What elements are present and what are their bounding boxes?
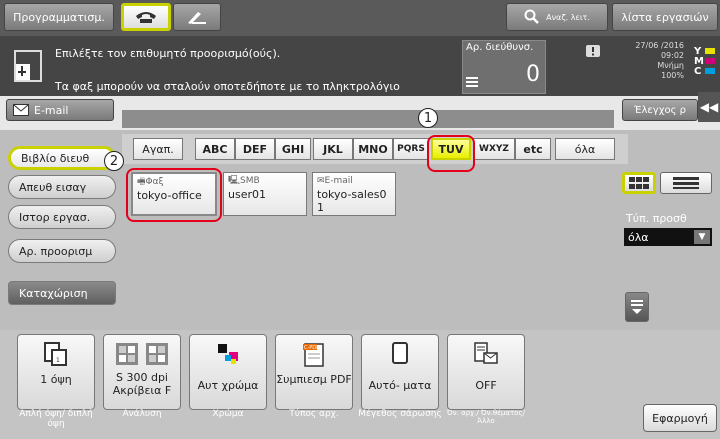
toner-cyan-label: C [694,66,702,77]
mail-icon [13,104,29,116]
tab-mno[interactable]: MNO [353,138,393,160]
phone-icon [136,12,156,23]
tab-def[interactable]: DEF [235,138,275,160]
type-filter-select[interactable]: όλα ▼ [624,228,712,246]
filename-setting-button[interactable]: OFF [447,334,525,410]
tab-wxyz[interactable]: WXYZ [473,138,515,160]
destination-card-smb[interactable]: 🖳SMB user01 [223,172,307,216]
toner-yellow-bar [705,48,715,54]
scan-size-label: Μέγεθος σάρωσης [358,409,442,419]
destination-entry-field[interactable] [122,110,614,128]
instruction-line-1: Επιλέξτε τον επιθυμητό προορισμό(ούς). [55,47,281,60]
resolution-value: S 300 dpi Ακρίβεια F [112,371,172,397]
status-memory-value: 100% [661,71,684,80]
callout-2: 2 [104,151,124,171]
keypad-input-icon [14,50,42,82]
document-mail-icon [474,342,498,364]
type-filter-label: Τύπ. προσθ [626,212,687,225]
color-icon [218,344,238,364]
check-job-button[interactable]: Έλεγχος ρ [622,99,698,121]
duplex-setting-button[interactable]: 1 1 όψη [17,334,95,410]
menu-destination-number[interactable]: Αρ. προορισμ [8,239,116,263]
scroll-down-button[interactable] [625,292,649,322]
file-type-setting-button[interactable]: C-PDF Συμπιεσμ PDF [275,334,353,410]
list-icon [673,177,699,189]
menu-direct-input[interactable]: Απευθ εισαγ [8,175,116,199]
highlight-destination [126,168,222,222]
program-button[interactable]: Προγραμματισμ. [4,3,114,31]
tab-favorites[interactable]: Αγαπ. [133,138,183,160]
toner-labels: Y M C [694,47,704,77]
scan-size-value: Αυτό- ματα [368,379,432,392]
collapse-panel-button[interactable]: ◀◀ [698,92,720,122]
color-value: Αυτ χρώμα [197,379,259,392]
resolution-setting-button[interactable]: S 300 dpi Ακρίβεια F [103,334,181,410]
chevron-down-icon: ▼ [694,230,710,244]
color-label: Χρώμα [212,409,244,419]
status-time: 09:02 [660,51,684,60]
type-filter-value: όλα [628,230,649,244]
instruction-line-2: Τα φαξ μπορούν να σταλούν οποτεδήποτε με… [55,80,400,93]
function-search-label: Αναζ. λειτ. [546,12,590,22]
filename-label: Όν. αρχ./ Όν.θέματος/ Άλλο [447,409,525,425]
callout-1: 1 [418,108,438,128]
scroll-down-icon [631,300,643,314]
search-icon [524,9,539,24]
duplex-value: 1 όψη [40,373,72,386]
destination-name: tokyo-sales0 1 [317,188,387,214]
single-sided-icon: 1 [44,342,67,366]
register-button[interactable]: Καταχώριση [8,281,116,305]
address-count-label: Αρ. διεύθυνσ. [466,42,534,53]
tab-all[interactable]: όλα [555,138,615,160]
status-memory-label: Μνήμη [657,61,684,70]
duplex-label: Απλή όψη/ διπλή όψη [19,409,93,429]
status-date: 27/06 /2016 [635,41,684,50]
destination-type: E-mail [324,176,353,186]
address-count-value: 0 [526,62,540,87]
svg-text:C-PDF: C-PDF [304,345,319,351]
email-input-button[interactable]: E-mail [6,99,114,121]
page-size-icon [392,342,408,364]
filename-value: OFF [475,379,497,392]
apply-button[interactable]: Εφαρμογή [643,404,717,432]
list-view-button[interactable] [660,172,712,194]
toner-magenta-bar [705,58,715,64]
tab-etc[interactable]: etc [515,138,551,160]
double-chevron-left-icon: ◀◀ [699,100,719,114]
computer-icon: 🖳 [228,176,241,186]
resolution-label: Ανάλυση [122,409,162,419]
file-type-value: Συμπιεσμ PDF [276,373,352,386]
destination-card-email[interactable]: ✉E-mail tokyo-sales0 1 [312,172,396,216]
destination-name: user01 [228,188,266,201]
pen-icon [188,12,206,24]
toner-cyan-bar [705,68,715,74]
menu-address-book[interactable]: Βιβλίο διευθ [8,146,116,170]
color-setting-button[interactable]: Αυτ χρώμα [189,334,267,410]
list-icon [466,77,478,87]
fax-mode-button[interactable] [121,3,171,31]
pen-mode-button[interactable] [173,3,221,31]
tab-ghi[interactable]: GHI [275,138,311,160]
email-button-label: E-mail [34,103,69,117]
tab-abc[interactable]: ABC [195,138,235,160]
device-status: 27/06 /2016 09:02 Μνήμη 100% [620,41,684,81]
function-search-button[interactable]: Αναζ. λειτ. [506,3,608,31]
destination-type: SMB [240,176,260,186]
grid-icon [629,177,649,189]
warning-icon[interactable] [586,45,600,57]
tab-jkl[interactable]: JKL [313,138,353,160]
tab-pqrs[interactable]: PQRS [393,138,429,160]
highlight-tuv-tab [427,135,475,172]
svg-text:1: 1 [56,357,60,364]
job-list-button[interactable]: λίστα εργασιών [612,3,718,31]
menu-job-history[interactable]: Ιστορ εργασ. [8,205,116,229]
mail-icon: ✉ [317,176,325,186]
resolution-icon [116,343,168,365]
scan-size-setting-button[interactable]: Αυτό- ματα [361,334,439,410]
file-type-label: Τύπος αρχ. [289,409,339,419]
pdf-file-icon: C-PDF [303,343,324,367]
grid-view-button[interactable] [622,172,656,194]
